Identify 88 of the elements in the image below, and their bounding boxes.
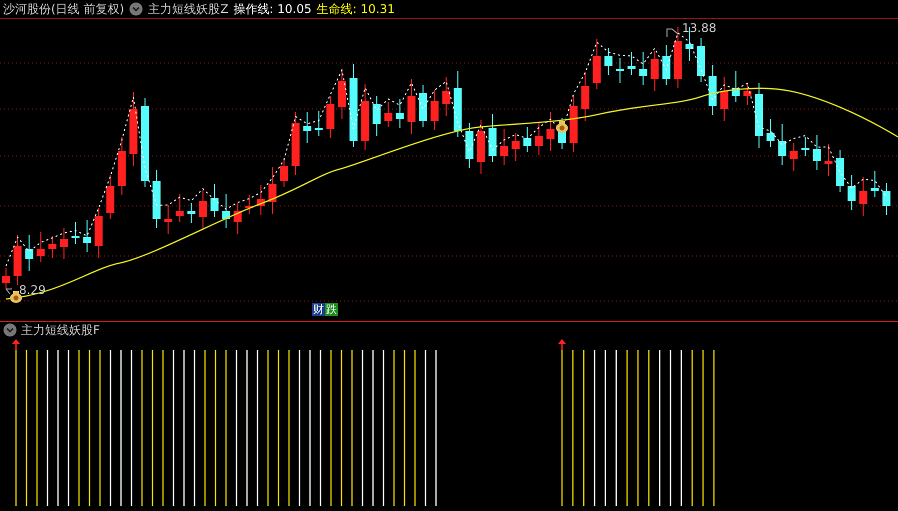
event-badge[interactable]: 跌 [325, 303, 338, 316]
candlestick [870, 170, 879, 198]
high-marker-icon [666, 28, 678, 38]
candlestick [859, 176, 868, 216]
candlestick [338, 70, 346, 120]
candlestick [790, 142, 798, 172]
candlestick [48, 236, 56, 258]
dropdown-icon[interactable] [129, 2, 144, 16]
candlestick [512, 132, 520, 162]
candlestick [824, 144, 832, 176]
indicator-value: 生命线: 10.31 [316, 0, 395, 18]
candlestick [94, 208, 103, 258]
candlestick [152, 170, 161, 228]
up-arrow-icon [558, 339, 566, 350]
candlestick [372, 96, 381, 136]
candlestick [674, 26, 682, 88]
candlestick [442, 76, 450, 116]
candlestick [812, 134, 821, 170]
candlestick [303, 112, 312, 144]
candlestick [801, 136, 810, 156]
dropdown-icon[interactable] [3, 323, 17, 337]
candlestick [268, 166, 276, 214]
candlestick [639, 52, 648, 86]
candlestick [256, 184, 265, 216]
candlestick [83, 220, 92, 252]
candlestick [546, 112, 554, 152]
candlestick [570, 94, 578, 152]
candlestick [581, 72, 590, 122]
candlestick [326, 96, 334, 138]
candlestick [650, 50, 659, 92]
candlestick [187, 202, 196, 224]
high-price-label: 13.88 [682, 21, 716, 35]
candlestick [523, 126, 532, 152]
candlestick [534, 122, 543, 156]
candlestick [476, 120, 485, 174]
candlestick [396, 98, 404, 128]
candlestick [465, 122, 474, 168]
candlestick [419, 84, 428, 128]
candlestick [361, 84, 370, 150]
candlestick [118, 136, 126, 196]
candlestick [14, 234, 22, 286]
candlestick [743, 82, 752, 106]
up-arrow-icon [12, 339, 20, 350]
candlestick [210, 184, 219, 218]
candlestick [36, 232, 45, 262]
candlestick [25, 234, 34, 272]
candlestick [430, 90, 439, 130]
candlestick [720, 76, 728, 122]
candlestick [106, 174, 114, 220]
candlestick [488, 114, 497, 162]
candlestick [708, 64, 717, 116]
candlestick [454, 70, 462, 138]
indicator-value: 操作线: 10.05 [233, 0, 312, 18]
candlestick [697, 38, 706, 82]
candlestick [500, 128, 508, 166]
candlestick [592, 38, 601, 90]
candlestick [314, 110, 323, 136]
candlestick [176, 194, 184, 222]
candlestick [616, 58, 624, 84]
candlestick [754, 82, 763, 148]
candlestick [407, 78, 416, 134]
candlestick [384, 102, 392, 128]
event-badge[interactable]: 财 [312, 303, 325, 316]
candlestick [60, 228, 68, 260]
candlestick [164, 204, 172, 234]
money-bag-icon [556, 121, 568, 133]
candlestick [662, 44, 670, 86]
candlestick [222, 194, 230, 228]
candlestick [72, 222, 80, 244]
low-price-label: 8.29 [19, 283, 46, 297]
candlestick [604, 48, 612, 76]
indicator-name: 主力短线妖股Z [148, 0, 228, 18]
panel-title: 主力短线妖股F [21, 322, 100, 338]
candlestick [2, 268, 10, 290]
stock-title: 沙河股份(日线 前复权) [3, 0, 124, 18]
candlestick [292, 112, 300, 176]
candlestick [234, 202, 242, 234]
candlestick [882, 182, 890, 216]
candlestick [245, 194, 254, 214]
candlestick [280, 158, 288, 188]
candlestick [198, 190, 207, 230]
candlestick [766, 118, 775, 148]
low-marker-icon [6, 288, 12, 294]
candlestick [732, 70, 740, 102]
candlestick [836, 150, 844, 192]
candlestick [848, 174, 856, 210]
candlestick [628, 52, 636, 76]
candlestick [778, 124, 786, 166]
